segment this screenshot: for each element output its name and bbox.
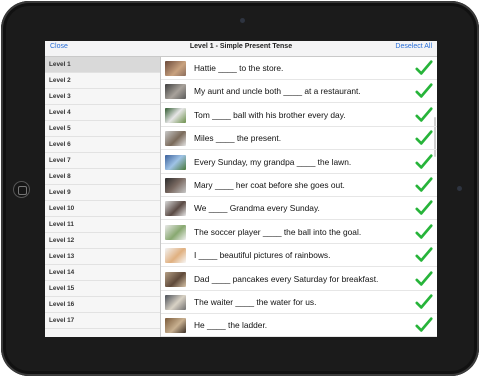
sidebar-item-level-1[interactable]: Level 1 (45, 57, 160, 73)
checkmark-icon[interactable] (415, 270, 433, 288)
checkmark-icon[interactable] (415, 106, 433, 124)
front-camera (240, 18, 245, 23)
sidebar-item-level-11[interactable]: Level 11 (45, 217, 160, 233)
sentence-text: The waiter ____ the water for us. (194, 297, 317, 307)
sidebar-item-level-8[interactable]: Level 8 (45, 169, 160, 185)
checkmark-icon[interactable] (415, 153, 433, 171)
sentence-thumbnail-image (165, 84, 186, 100)
checkmark-icon[interactable] (415, 199, 433, 217)
side-sensor (457, 186, 462, 191)
sentence-text: Tom ____ ball with his brother every day… (194, 109, 346, 120)
checkmark-icon[interactable] (415, 223, 433, 241)
sentence-list: Hattie ____ to the store. My aunt and unc… (161, 57, 437, 337)
sidebar-item-level-13[interactable]: Level 13 (45, 249, 160, 265)
sentence-text: My aunt and uncle both ____ at a restaur… (194, 86, 361, 97)
sentence-row[interactable]: Every Sunday, my grandpa ____ the lawn. (161, 151, 437, 174)
sentence-text: I ____ beautiful pictures of rainbows. (194, 250, 331, 261)
sentence-row[interactable]: Hattie ____ to the store. (161, 57, 437, 80)
sidebar-item-level-9[interactable]: Level 9 (45, 185, 160, 201)
sentence-row[interactable]: Miles ____ the present. (161, 127, 437, 151)
checkmark-icon[interactable] (415, 246, 433, 264)
sentence-text: Every Sunday, my grandpa ____ the lawn. (194, 156, 352, 167)
sentence-thumbnail-image (165, 201, 186, 217)
navigation-bar: Close Level 1 - Simple Present Tense Des… (45, 41, 437, 57)
sentence-text: We ____ Grandma every Sunday. (194, 203, 320, 214)
checkmark-icon[interactable] (415, 293, 433, 311)
deselect-all-button[interactable]: Deselect All (395, 43, 432, 50)
sidebar-item-level-5[interactable]: Level 5 (45, 121, 160, 137)
sentence-row[interactable]: I ____ beautiful pictures of rainbows. (161, 244, 437, 268)
checkmark-icon[interactable] (415, 316, 433, 334)
checkmark-icon[interactable] (415, 129, 433, 147)
sentence-row[interactable]: He ____ the ladder. (161, 314, 437, 337)
sidebar-item-level-2[interactable]: Level 2 (45, 73, 160, 89)
sidebar-item-level-14[interactable]: Level 14 (45, 265, 160, 281)
sentence-text: The soccer player ____ the ball into the… (194, 226, 362, 237)
level-sidebar: Level 1 Level 2 Level 3 Level 4 Level 5 Level… (45, 57, 161, 337)
sentence-text: Miles ____ the present. (194, 133, 282, 144)
sentence-row[interactable]: Mary ____ her coat before she goes out. (161, 174, 437, 197)
sentence-thumbnail-image (165, 107, 186, 123)
sentence-thumbnail-image (165, 61, 186, 76)
sentence-thumbnail-image (165, 178, 186, 193)
sidebar-item-level-15[interactable]: Level 15 (45, 281, 160, 297)
sentence-thumbnail-image (165, 248, 186, 264)
sentence-thumbnail-image (165, 271, 186, 287)
sentence-row[interactable]: Dad ____ pancakes every Saturday for bre… (161, 268, 437, 291)
sentence-text: Dad ____ pancakes every Saturday for bre… (194, 273, 379, 284)
sentence-row[interactable]: Tom ____ ball with his brother every day… (161, 104, 437, 127)
sidebar-item-level-3[interactable]: Level 3 (45, 89, 160, 105)
home-button[interactable] (13, 181, 30, 198)
sidebar-item-level-12[interactable]: Level 12 (45, 233, 160, 249)
checkmark-icon[interactable] (415, 59, 433, 77)
sidebar-item-level-7[interactable]: Level 7 (45, 153, 160, 169)
sentence-text: He ____ the ladder. (194, 320, 268, 331)
sentence-row[interactable]: The waiter ____ the water for us. (161, 291, 437, 314)
ipad-frame: Close Level 1 - Simple Present Tense Des… (1, 1, 479, 376)
sentence-row[interactable]: The soccer player ____ the ball into the… (161, 221, 437, 244)
checkmark-icon[interactable] (415, 82, 433, 100)
sidebar-item-level-17[interactable]: Level 17 (45, 313, 160, 329)
page-title: Level 1 - Simple Present Tense (189, 43, 293, 50)
checkmark-icon[interactable] (415, 176, 433, 194)
sentence-thumbnail-image (165, 295, 186, 310)
sentence-row[interactable]: My aunt and uncle both ____ at a restaur… (161, 80, 437, 104)
sentence-text: Mary ____ her coat before she goes out. (194, 180, 345, 190)
sentence-thumbnail-image (165, 318, 186, 334)
sentence-thumbnail-image (165, 224, 186, 240)
app-screen: Close Level 1 - Simple Present Tense Des… (45, 41, 437, 337)
sentence-text: Hattie ____ to the store. (194, 63, 284, 73)
sidebar-item-level-10[interactable]: Level 10 (45, 201, 160, 217)
sidebar-item-level-4[interactable]: Level 4 (45, 105, 160, 121)
sentence-thumbnail-image (165, 131, 186, 147)
sentence-row[interactable]: We ____ Grandma every Sunday. (161, 197, 437, 221)
sentence-thumbnail-image (165, 154, 186, 170)
sidebar-item-level-6[interactable]: Level 6 (45, 137, 160, 153)
sidebar-item-level-16[interactable]: Level 16 (45, 297, 160, 313)
